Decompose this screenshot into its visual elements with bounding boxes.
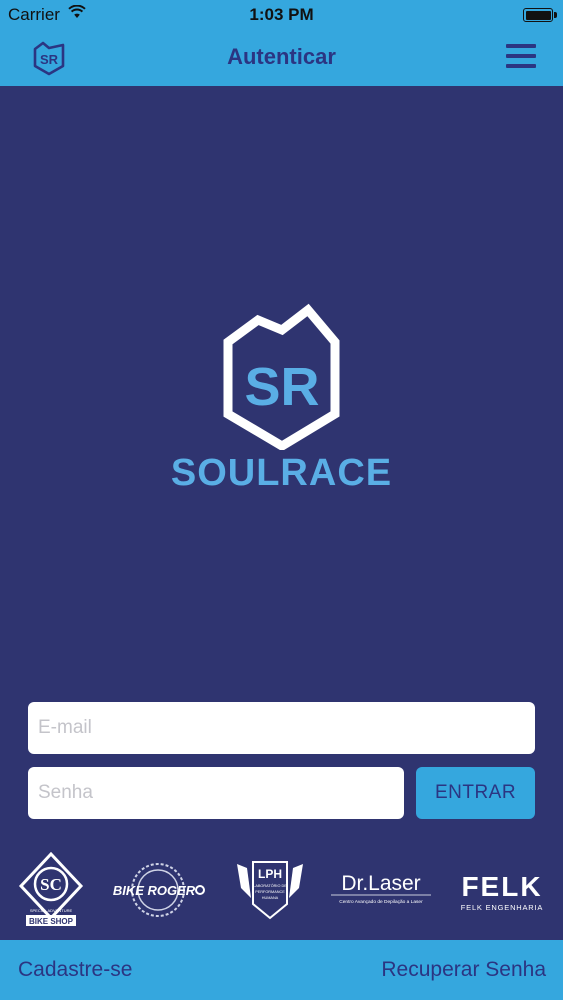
email-input[interactable]: [28, 702, 535, 754]
svg-text:SC: SC: [40, 875, 62, 894]
svg-text:SPECIAL ADVENTURE: SPECIAL ADVENTURE: [30, 908, 73, 913]
svg-text:HUMANA: HUMANA: [262, 896, 279, 900]
lph-logo-icon: LPH LABORATÓRIO DE PERFORMANCE HUMANA: [237, 861, 303, 920]
svg-text:FELK ENGENHARIA: FELK ENGENHARIA: [461, 903, 543, 912]
password-input[interactable]: [28, 767, 404, 819]
hamburger-menu-icon[interactable]: [506, 44, 536, 70]
brand-name: SOULRACE: [170, 452, 393, 494]
svg-text:LPH: LPH: [258, 867, 282, 881]
svg-text:LABORATÓRIO DE: LABORATÓRIO DE: [253, 883, 287, 888]
footer-bar: Cadastre-se Recuperar Senha: [0, 940, 563, 1000]
clock: 1:03 PM: [249, 5, 314, 24]
status-bar: Carrier 1:03 PM: [0, 0, 563, 30]
page-title: Autenticar: [227, 44, 336, 69]
bike-roger-logo-icon: BIKE ROGER: [113, 863, 205, 917]
sponsor-logos: SC SPECIAL ADVENTURE BIKE SHOP BIKE ROGE…: [0, 850, 563, 930]
svg-text:BIKE SHOP: BIKE SHOP: [29, 917, 74, 926]
recover-password-link[interactable]: Recuperar Senha: [381, 958, 546, 982]
enter-button[interactable]: ENTRAR: [416, 767, 535, 819]
svg-text:Dr.Laser: Dr.Laser: [341, 872, 420, 895]
felk-logo-icon: FELK FELK ENGENHARIA: [461, 871, 543, 912]
battery-icon: [523, 8, 557, 22]
brand-section: SR SOULRACE: [0, 300, 563, 495]
svg-text:Centro Avançado de Depilação a: Centro Avançado de Depilação a Laser: [339, 899, 423, 905]
svg-text:PERFORMANCE: PERFORMANCE: [255, 890, 285, 894]
signup-link[interactable]: Cadastre-se: [18, 958, 132, 982]
soulrace-logo-icon: SR: [223, 303, 339, 450]
svg-text:FELK: FELK: [461, 871, 542, 902]
bike-shop-logo-icon: SC SPECIAL ADVENTURE BIKE SHOP: [18, 852, 84, 926]
navigation-bar: SR Autenticar: [0, 30, 563, 86]
dr-laser-logo-icon: Dr.Laser Centro Avançado de Depilação a …: [331, 872, 431, 905]
svg-text:SR: SR: [244, 357, 319, 417]
svg-text:BIKE ROGER: BIKE ROGER: [113, 883, 196, 898]
